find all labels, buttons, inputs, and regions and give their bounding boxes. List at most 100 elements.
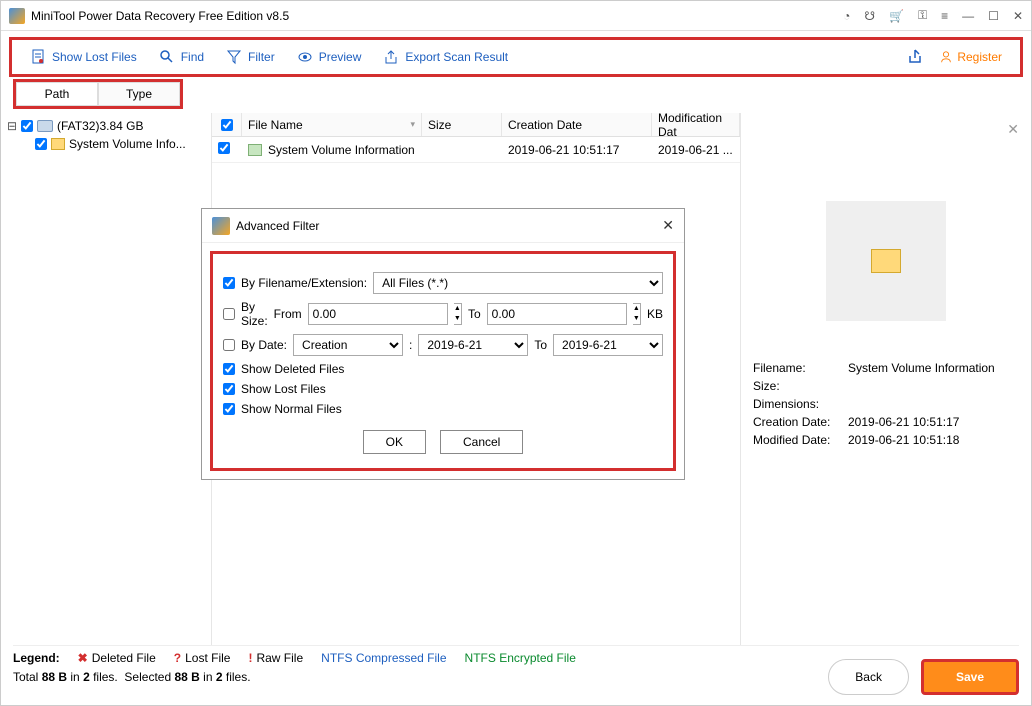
document-icon (30, 49, 46, 65)
tab-type[interactable]: Type (98, 82, 180, 106)
register-button[interactable]: Register (939, 50, 1002, 64)
size-to-spinner[interactable]: ▲▼ (633, 303, 641, 325)
ok-button[interactable]: OK (363, 430, 426, 454)
advanced-filter-dialog: Advanced Filter ✕ By Filename/Extension:… (201, 208, 685, 480)
clock-icon[interactable]: ◔ (843, 9, 850, 23)
headset-icon[interactable]: ☋ (864, 9, 875, 23)
colon-label: : (409, 338, 412, 352)
titlebar: MiniTool Power Data Recovery Free Editio… (1, 1, 1031, 31)
show-normal-checkbox[interactable] (223, 403, 235, 415)
kb-label: KB (647, 307, 663, 321)
column-header-creation[interactable]: Creation Date (502, 113, 652, 136)
meta-creation-label: Creation Date: (753, 415, 848, 429)
save-button[interactable]: Save (921, 659, 1019, 695)
size-to-input[interactable] (487, 303, 627, 325)
filter-label: Filter (248, 50, 275, 64)
tree-panel: ⊟ (FAT32)3.84 GB System Volume Info... (1, 113, 211, 645)
app-logo-icon (9, 8, 25, 24)
find-button[interactable]: Find (159, 49, 204, 65)
to-label: To (468, 307, 481, 321)
folder-icon (248, 144, 262, 156)
by-extension-checkbox[interactable] (223, 277, 235, 289)
row-checkbox[interactable] (218, 142, 230, 154)
by-extension-label: By Filename/Extension: (241, 276, 367, 290)
row-modification: 2019-06-21 ... (652, 143, 740, 157)
maximize-button[interactable]: ☐ (988, 9, 999, 23)
tree-root-label[interactable]: (FAT32)3.84 GB (57, 119, 143, 133)
meta-filename-label: Filename: (753, 361, 848, 375)
filter-button[interactable]: Filter (226, 49, 275, 65)
close-button[interactable]: ✕ (1013, 9, 1023, 23)
key-icon[interactable]: ⚿ (918, 8, 927, 23)
filter-icon (226, 49, 242, 65)
export-label: Export Scan Result (405, 50, 508, 64)
meta-dimensions-label: Dimensions: (753, 397, 848, 411)
show-lost-checkbox[interactable] (223, 383, 235, 395)
by-size-checkbox[interactable] (223, 308, 235, 320)
preview-button[interactable]: Preview (297, 49, 362, 65)
tab-path[interactable]: Path (16, 82, 98, 106)
table-row[interactable]: System Volume Information 2019-06-21 10:… (212, 137, 740, 163)
tree-child-label[interactable]: System Volume Info... (69, 137, 186, 151)
date-to-select[interactable]: 2019-6-21 (553, 334, 663, 356)
meta-modified-label: Modified Date: (753, 433, 848, 447)
date-type-select[interactable]: Creation (293, 334, 403, 356)
menu-icon[interactable]: ≡ (941, 9, 948, 23)
minimize-button[interactable]: — (962, 9, 974, 23)
collapse-icon[interactable]: ⊟ (7, 119, 17, 133)
meta-filename-value: System Volume Information (848, 361, 995, 375)
folder-icon (871, 249, 901, 273)
disk-icon (37, 120, 53, 132)
tabs: Path Type (13, 79, 183, 109)
toolbar: Show Lost Files Find Filter Preview Expo… (9, 37, 1023, 77)
cancel-button[interactable]: Cancel (440, 430, 523, 454)
dialog-close-icon[interactable]: ✕ (662, 217, 674, 234)
show-lost-files-label: Show Lost Files (52, 50, 137, 64)
sort-arrow-icon: ▾ (410, 119, 415, 130)
tree-child-checkbox[interactable] (35, 138, 47, 150)
export-icon (383, 49, 399, 65)
register-label: Register (957, 50, 1002, 64)
share-icon[interactable] (907, 48, 923, 67)
stats-text: Total 88 B in 2 files. Selected 88 B in … (13, 670, 251, 684)
column-header-name[interactable]: File Name▾ (242, 113, 422, 136)
footer: Total 88 B in 2 files. Selected 88 B in … (13, 659, 1019, 695)
preview-panel: ✕ Filename:System Volume Information Siz… (741, 113, 1031, 645)
find-label: Find (181, 50, 204, 64)
meta-creation-value: 2019-06-21 10:51:17 (848, 415, 959, 429)
dialog-logo-icon (212, 217, 230, 235)
user-icon (939, 50, 953, 64)
tree-root-checkbox[interactable] (21, 120, 33, 132)
eye-icon (297, 49, 313, 65)
select-all-checkbox[interactable] (221, 119, 233, 131)
size-from-spinner[interactable]: ▲▼ (454, 303, 462, 325)
show-lost-files-button[interactable]: Show Lost Files (30, 49, 137, 65)
meta-modified-value: 2019-06-21 10:51:18 (848, 433, 959, 447)
row-name: System Volume Information (268, 143, 415, 157)
by-date-checkbox[interactable] (223, 339, 235, 351)
preview-thumbnail (826, 201, 946, 321)
preview-label: Preview (319, 50, 362, 64)
date-from-select[interactable]: 2019-6-21 (418, 334, 528, 356)
to-label-2: To (534, 338, 547, 352)
by-size-label: By Size: (241, 300, 268, 328)
column-header-size[interactable]: Size (422, 113, 502, 136)
export-button[interactable]: Export Scan Result (383, 49, 508, 65)
back-button[interactable]: Back (828, 659, 909, 695)
column-header-modification[interactable]: Modification Dat (652, 113, 740, 136)
by-date-label: By Date: (241, 338, 287, 352)
meta-size-label: Size: (753, 379, 848, 393)
window-title: MiniTool Power Data Recovery Free Editio… (31, 9, 289, 23)
row-creation: 2019-06-21 10:51:17 (502, 143, 652, 157)
show-deleted-checkbox[interactable] (223, 363, 235, 375)
dialog-title: Advanced Filter (236, 219, 319, 233)
extension-select[interactable]: All Files (*.*) (373, 272, 663, 294)
from-label: From (274, 307, 302, 321)
folder-icon (51, 138, 65, 150)
show-lost-label: Show Lost Files (241, 382, 326, 396)
size-from-input[interactable] (308, 303, 448, 325)
cart-icon[interactable]: 🛒 (889, 9, 904, 23)
preview-close-icon[interactable]: ✕ (1007, 121, 1019, 138)
search-icon (159, 49, 175, 65)
show-normal-label: Show Normal Files (241, 402, 342, 416)
